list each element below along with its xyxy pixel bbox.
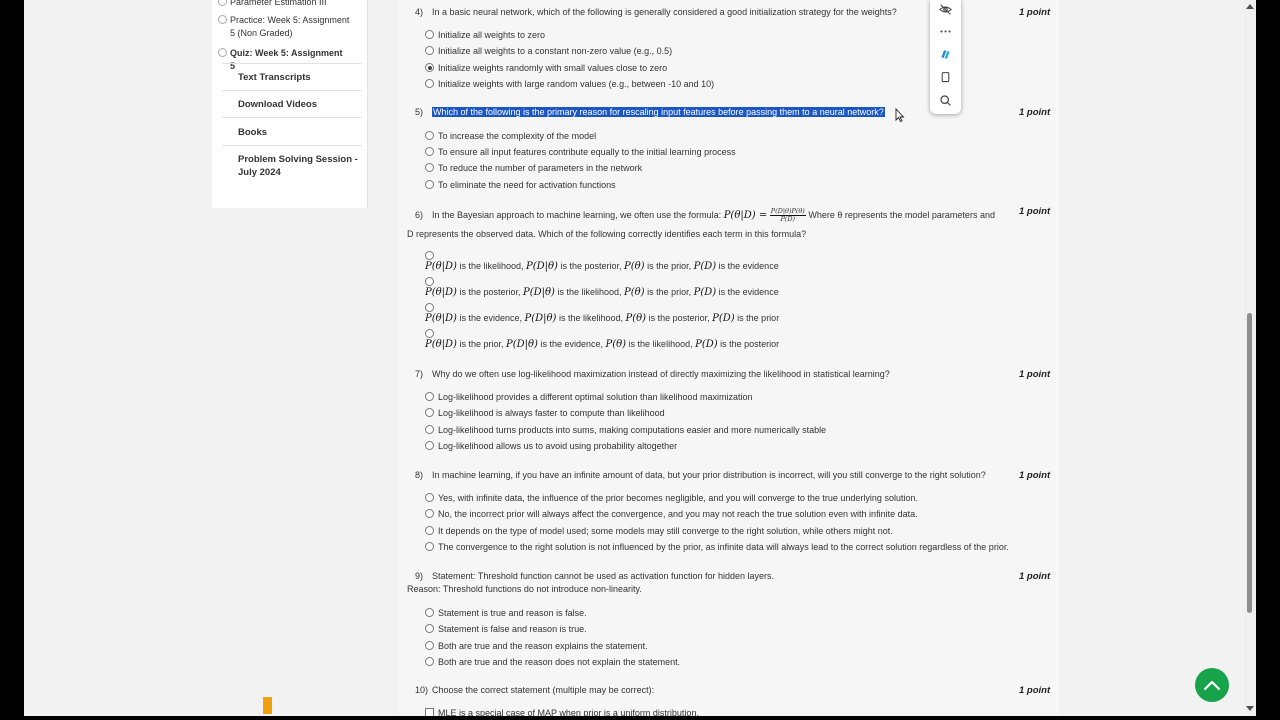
visibility-off-icon[interactable] <box>937 1 954 18</box>
scrollbar-thumb[interactable] <box>1247 313 1252 613</box>
radio-button[interactable] <box>425 425 434 434</box>
radio-button[interactable] <box>425 277 434 286</box>
radio-button[interactable] <box>425 624 434 633</box>
scroll-to-top-button[interactable] <box>1195 668 1229 702</box>
option[interactable]: Log-likelihood allows us to avoid using … <box>425 441 677 451</box>
option[interactable]: The convergence to the right solution is… <box>425 542 1009 552</box>
option[interactable]: Initialize all weights to a constant non… <box>425 46 672 56</box>
status-circle-icon <box>218 48 227 57</box>
divider <box>222 145 362 146</box>
question-text: 8) In machine learning, if you have an in… <box>415 470 986 480</box>
radio-button[interactable] <box>425 408 434 417</box>
radio-button[interactable] <box>425 251 434 260</box>
divider <box>222 63 362 64</box>
option[interactable]: To reduce the number of parameters in th… <box>425 163 642 173</box>
mouse-cursor-icon <box>895 107 905 127</box>
radio-button[interactable] <box>425 441 434 450</box>
option[interactable]: Log-likelihood provides a different opti… <box>425 392 753 402</box>
question-text: 5) Which of the following is the primary … <box>415 107 885 117</box>
sidebar-item-download-videos[interactable]: Download Videos <box>238 98 363 111</box>
radio-button[interactable] <box>425 392 434 401</box>
option[interactable]: Log-likelihood is always faster to compu… <box>425 408 665 418</box>
selection-toolbar <box>930 0 961 114</box>
points-label: 1 point <box>1019 206 1051 217</box>
radio-button-checked[interactable] <box>425 63 434 72</box>
question-text: 7) Why do we often use log-likelihood max… <box>415 369 890 379</box>
sidebar-subitem-quiz-assignment[interactable]: Quiz: Week 5: Assignment 5 <box>218 47 350 72</box>
search-icon[interactable] <box>937 92 954 109</box>
page: Parameter Estimation III Practice: Week … <box>24 0 1244 716</box>
question-text: 10) Choose the correct statement (multipl… <box>415 685 655 695</box>
option[interactable]: Log-likelihood turns products into sums,… <box>425 425 826 435</box>
option[interactable]: MLE is a special case of MAP when prior … <box>425 708 699 716</box>
divider <box>222 117 362 118</box>
radio-button[interactable] <box>425 542 434 551</box>
points-label: 1 point <box>1019 685 1051 696</box>
formula-fraction: P(D|θ)P(θ) P(D) <box>769 207 806 223</box>
radio-button[interactable] <box>425 509 434 518</box>
radio-button[interactable] <box>425 180 434 189</box>
radio-button[interactable] <box>425 329 434 338</box>
points-label: 1 point <box>1019 107 1051 118</box>
points-label: 1 point <box>1019 369 1051 380</box>
formula: P(θ|D) = <box>723 209 768 221</box>
question-text-line2: D represents the observed data. Which of… <box>407 229 807 239</box>
course-sidebar: Parameter Estimation III Practice: Week … <box>212 0 368 208</box>
checkbox[interactable] <box>425 708 434 716</box>
sidebar-subitem-parameter-estimation[interactable]: Parameter Estimation III <box>218 0 350 9</box>
radio-button[interactable] <box>425 657 434 666</box>
radio-button[interactable] <box>425 303 434 312</box>
chevron-up-icon <box>1203 680 1221 691</box>
scroll-down-arrow-icon[interactable] <box>1246 706 1254 711</box>
progress-marker <box>263 697 272 714</box>
question-text: 6) In the Bayesian approach to machine le… <box>415 207 995 223</box>
sidebar-item-books[interactable]: Books <box>238 126 363 139</box>
copy-icon[interactable] <box>937 69 954 86</box>
radio-button[interactable] <box>425 46 434 55</box>
copilot-icon[interactable] <box>937 46 954 63</box>
status-circle-icon <box>218 0 227 6</box>
scroll-up-arrow-icon[interactable] <box>1246 4 1254 9</box>
radio-button[interactable] <box>425 526 434 535</box>
status-circle-icon <box>218 15 227 24</box>
question-reason: Reason: Threshold functions do not intro… <box>407 584 642 594</box>
more-options-icon[interactable] <box>937 23 954 40</box>
option[interactable]: To ensure all input features contribute … <box>425 147 736 157</box>
divider <box>222 90 362 91</box>
option[interactable]: Statement is false and reason is true. <box>425 624 587 634</box>
radio-button[interactable] <box>425 131 434 140</box>
option[interactable]: It depends on the type of model used; so… <box>425 526 893 536</box>
option[interactable]: P(θ|D) is the prior, P(D|θ) is the evide… <box>425 329 779 350</box>
sidebar-item-problem-solving-session[interactable]: Problem Solving Session - July 2024 <box>238 153 363 179</box>
question-text: 9) Statement: Threshold function cannot b… <box>415 571 775 581</box>
option[interactable]: Both are true and the reason explains th… <box>425 641 648 651</box>
radio-button[interactable] <box>425 641 434 650</box>
option[interactable]: To increase the complexity of the model <box>425 131 596 141</box>
option[interactable]: Initialize all weights to zero <box>425 30 545 40</box>
selected-text: Which of the following is the primary re… <box>432 107 885 117</box>
option[interactable]: Yes, with infinite data, the influence o… <box>425 493 918 503</box>
radio-button[interactable] <box>425 79 434 88</box>
option-selected[interactable]: Initialize weights randomly with small v… <box>425 63 667 73</box>
radio-button[interactable] <box>425 147 434 156</box>
radio-button[interactable] <box>425 30 434 39</box>
radio-button[interactable] <box>425 608 434 617</box>
question-text: 4) In a basic neural network, which of th… <box>415 7 897 17</box>
points-label: 1 point <box>1019 7 1051 18</box>
option[interactable]: P(θ|D) is the likelihood, P(D|θ) is the … <box>425 251 779 272</box>
sidebar-subitem-practice-assignment[interactable]: Practice: Week 5: Assignment 5 (Non Grad… <box>218 14 350 39</box>
points-label: 1 point <box>1019 571 1051 582</box>
sidebar-item-text-transcripts[interactable]: Text Transcripts <box>238 71 363 84</box>
option[interactable]: Initialize weights with large random val… <box>425 79 714 89</box>
option[interactable]: To eliminate the need for activation fun… <box>425 180 616 190</box>
radio-button[interactable] <box>425 163 434 172</box>
radio-button[interactable] <box>425 493 434 502</box>
option[interactable]: P(θ|D) is the evidence, P(D|θ) is the li… <box>425 303 779 324</box>
vertical-scrollbar[interactable] <box>1244 0 1256 716</box>
option[interactable]: Both are true and the reason does not ex… <box>425 657 680 667</box>
option[interactable]: P(θ|D) is the posterior, P(D|θ) is the l… <box>425 277 779 298</box>
option[interactable]: No, the incorrect prior will always affe… <box>425 509 918 519</box>
points-label: 1 point <box>1019 470 1051 481</box>
option[interactable]: Statement is true and reason is false. <box>425 608 587 618</box>
